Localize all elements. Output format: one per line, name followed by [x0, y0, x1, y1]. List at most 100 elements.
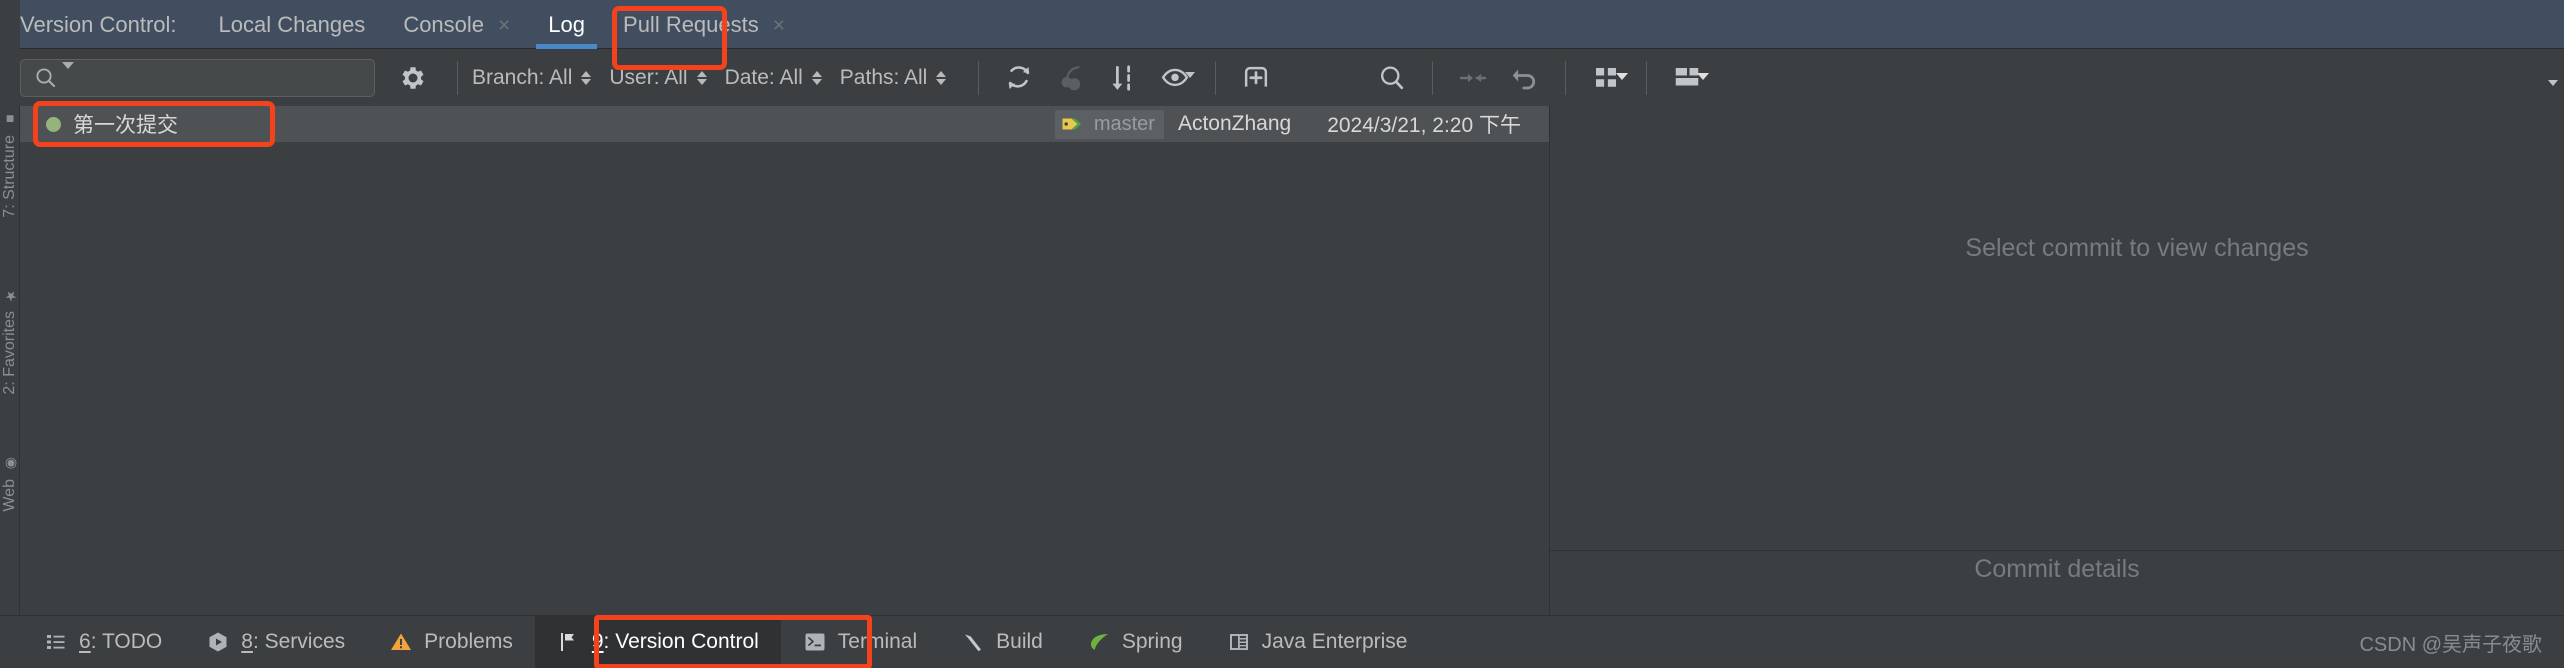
group-by-button[interactable]: [1580, 57, 1632, 99]
tab-console[interactable]: Console ×: [403, 14, 510, 48]
web-icon: ◉: [1, 456, 18, 472]
tab-local-changes[interactable]: Local Changes: [219, 14, 366, 48]
chevron-down-icon[interactable]: [1616, 72, 1629, 98]
collapse-all-button[interactable]: [1447, 57, 1499, 99]
close-icon[interactable]: ×: [498, 15, 510, 36]
user-filter-label: User: All: [609, 65, 688, 89]
sidebar-item-favorites[interactable]: 2: Favorites ★: [1, 288, 19, 395]
status-item-build-label: Build: [996, 630, 1043, 653]
status-item-version-control-shortcut: 9: [591, 630, 604, 653]
branch-plus-icon: [1245, 66, 1268, 87]
hammer-icon: [965, 634, 982, 652]
java-ee-icon: [1229, 634, 1248, 650]
gear-icon[interactable]: [391, 59, 2558, 103]
toolbar-divider: [1432, 60, 1434, 95]
watermark-text: CSDN @吴声子夜歌: [2359, 633, 2542, 656]
toolbar-divider: [457, 60, 458, 95]
chevron-down-icon[interactable]: [1697, 72, 1710, 98]
status-item-terminal[interactable]: Terminal: [781, 616, 939, 668]
date-filter-label: Date: All: [724, 65, 803, 89]
chevron-down-icon[interactable]: [2548, 80, 2558, 104]
cherry-pick-button[interactable]: [1045, 57, 1097, 99]
ide-version-control-tool-window: Version Control: Local Changes Console ×…: [0, 0, 2564, 668]
play-run-icon: [209, 632, 227, 652]
find-button[interactable]: [1366, 57, 1418, 99]
status-item-todo-label: 6: TODO: [79, 630, 162, 654]
sidebar-item-web-label: Web: [0, 479, 18, 512]
tab-local-changes-label: Local Changes: [218, 12, 366, 37]
refresh-icon: [1009, 65, 1030, 89]
status-item-terminal-label: Terminal: [837, 630, 918, 653]
spinner-arrows-icon: [936, 70, 947, 85]
tab-log-label: Log: [548, 12, 586, 37]
sort-arrows-icon: [1112, 64, 1131, 91]
warning-triangle-icon: [391, 633, 412, 650]
status-item-version-control[interactable]: 9: Version Control: [534, 615, 781, 668]
sidebar-item-web[interactable]: Web ◉: [1, 456, 19, 512]
status-item-todo[interactable]: 6: TODO: [22, 616, 184, 668]
toolbar-divider: [978, 60, 980, 95]
status-bar: 6: TODO 8: Services Problems 9: Version …: [0, 615, 2564, 668]
collapse-arrows-icon: [1460, 73, 1487, 82]
changes-placeholder: Select commit to view changes: [1965, 233, 2309, 262]
paths-filter[interactable]: Paths: All: [840, 66, 947, 90]
table-row[interactable]: 第一次提交 master ActonZhang 2024/3/21, 2:20 …: [20, 101, 1549, 147]
layout-button[interactable]: [1661, 57, 1713, 99]
commit-date: 2024/3/21, 2:20 下午: [1327, 114, 1521, 137]
cherry-icon: [1061, 65, 1081, 90]
tab-log[interactable]: Log: [536, 12, 598, 49]
details-view: Commit details: [1550, 551, 2564, 615]
branch-ref-chip[interactable]: master: [1054, 109, 1164, 139]
tab-pull-requests[interactable]: Pull Requests ×: [623, 14, 785, 48]
status-item-build[interactable]: Build: [939, 616, 1065, 668]
user-filter[interactable]: User: All: [609, 65, 707, 90]
close-icon[interactable]: ×: [773, 15, 785, 36]
tabbar-left-gutter: [0, 0, 20, 49]
revert-button[interactable]: [1499, 57, 1551, 99]
show-details-button[interactable]: [1149, 57, 1201, 99]
status-item-todo-text: : TODO: [90, 630, 163, 653]
toolbar-left-gutter: [0, 49, 20, 106]
sidebar-item-favorites-label: 2: Favorites: [0, 311, 18, 395]
sidebar-item-structure[interactable]: 7: Structure ■: [1, 112, 19, 218]
terminal-icon: [805, 633, 825, 651]
date-filter[interactable]: Date: All: [725, 66, 822, 90]
new-branch-button[interactable]: [1230, 57, 1282, 99]
log-main-area: 7: Structure ■ 2: Favorites ★ Web ◉ 第一次提…: [0, 101, 2564, 615]
refresh-button[interactable]: [993, 57, 1045, 99]
commit-log-empty-body: [20, 142, 1549, 615]
branch-icon: [560, 633, 574, 651]
status-item-todo-shortcut: 6: [79, 630, 91, 653]
gear-glyph: [402, 66, 424, 89]
structure-icon: ■: [1, 112, 18, 128]
status-item-problems[interactable]: Problems: [367, 616, 535, 668]
status-item-services[interactable]: 8: Services: [184, 616, 367, 668]
commit-meta-cells: master ActonZhang 2024/3/21, 2:20 下午: [1054, 109, 1549, 139]
status-item-spring-label: Spring: [1121, 630, 1183, 653]
status-item-services-shortcut: 8: [241, 630, 253, 653]
tab-pull-requests-label: Pull Requests: [623, 12, 759, 37]
intellisort-button[interactable]: [1097, 57, 1149, 99]
branch-ref-label: master: [1093, 112, 1155, 135]
spinner-arrows-icon: [696, 70, 707, 85]
tool-window-tabbar: Version Control: Local Changes Console ×…: [0, 0, 2564, 70]
status-item-problems-label: Problems: [424, 630, 513, 653]
status-item-version-control-text: : Version Control: [603, 630, 759, 653]
sidebar-item-structure-label: 7: Structure: [0, 135, 18, 218]
status-item-java-enterprise[interactable]: Java Enterprise: [1205, 616, 1430, 668]
details-placeholder: Commit details: [1974, 554, 2140, 583]
paths-filter-label: Paths: All: [839, 65, 928, 89]
chevron-down-icon[interactable]: [1185, 71, 1196, 96]
branch-tag-icon: [1062, 118, 1081, 130]
tool-window-title: Version Control:: [20, 12, 177, 37]
branch-filter[interactable]: Branch: All: [472, 66, 592, 90]
chevron-down-icon[interactable]: [62, 61, 74, 87]
status-item-services-text: : Services: [252, 630, 346, 653]
status-item-spring[interactable]: Spring: [1065, 616, 1205, 668]
status-item-services-label: 8: Services: [241, 630, 345, 654]
toolbar-divider: [1215, 60, 1217, 95]
search-input[interactable]: [20, 58, 375, 97]
toolbar-divider: [1565, 60, 1567, 95]
commit-detail-panel: Select commit to view changes Commit det…: [1550, 106, 2564, 615]
status-item-java-enterprise-label: Java Enterprise: [1261, 630, 1408, 653]
